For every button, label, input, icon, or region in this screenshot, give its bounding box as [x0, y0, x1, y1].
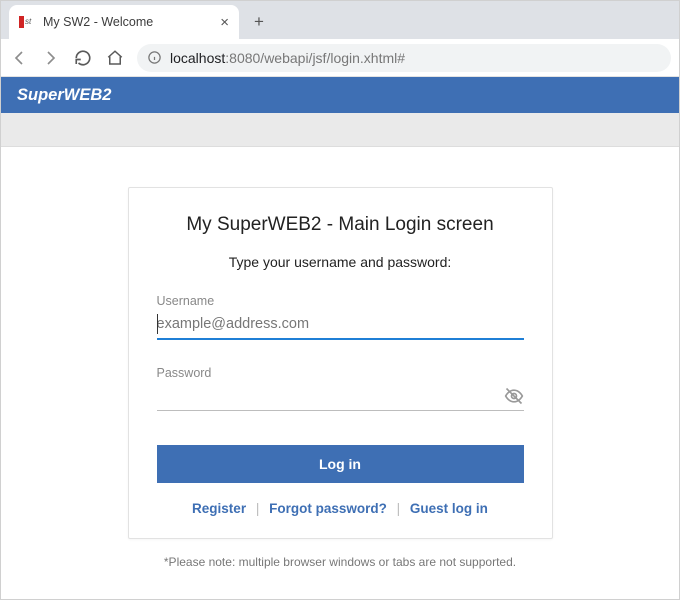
visibility-off-icon[interactable]	[504, 386, 524, 406]
new-tab-button[interactable]: +	[245, 8, 273, 36]
sub-header-bar	[1, 113, 679, 147]
login-subtitle: Type your username and password:	[157, 254, 524, 270]
text-caret	[157, 314, 158, 334]
close-icon[interactable]: ×	[220, 14, 229, 31]
login-links: Register | Forgot password? | Guest log …	[157, 501, 524, 516]
forward-icon[interactable]	[41, 48, 61, 68]
back-icon[interactable]	[9, 48, 29, 68]
login-title: My SuperWEB2 - Main Login screen	[157, 214, 524, 236]
favicon-icon	[19, 14, 35, 30]
app-header: SuperWEB2	[1, 77, 679, 113]
username-input[interactable]	[157, 310, 524, 338]
forgot-password-link[interactable]: Forgot password?	[269, 501, 387, 516]
register-link[interactable]: Register	[192, 501, 246, 516]
address-bar[interactable]: localhost:8080/webapi/jsf/login.xhtml#	[137, 44, 671, 72]
browser-toolbar: localhost:8080/webapi/jsf/login.xhtml#	[1, 39, 679, 77]
password-label: Password	[157, 366, 524, 380]
url-text: localhost:8080/webapi/jsf/login.xhtml#	[170, 50, 405, 66]
main-content: My SuperWEB2 - Main Login screen Type yo…	[1, 147, 679, 579]
site-info-icon[interactable]	[147, 50, 162, 65]
reload-icon[interactable]	[73, 48, 93, 68]
login-card: My SuperWEB2 - Main Login screen Type yo…	[128, 187, 553, 539]
browser-tab[interactable]: My SW2 - Welcome ×	[9, 5, 239, 39]
home-icon[interactable]	[105, 48, 125, 68]
password-input[interactable]	[157, 382, 504, 410]
tab-title: My SW2 - Welcome	[43, 15, 214, 29]
password-row	[157, 382, 524, 411]
footnote-text: *Please note: multiple browser windows o…	[164, 555, 516, 569]
username-label: Username	[157, 294, 524, 308]
login-button[interactable]: Log in	[157, 445, 524, 483]
username-row	[157, 310, 524, 340]
brand-text: SuperWEB2	[17, 86, 111, 105]
guest-login-link[interactable]: Guest log in	[410, 501, 488, 516]
browser-tab-bar: My SW2 - Welcome × +	[1, 1, 679, 39]
